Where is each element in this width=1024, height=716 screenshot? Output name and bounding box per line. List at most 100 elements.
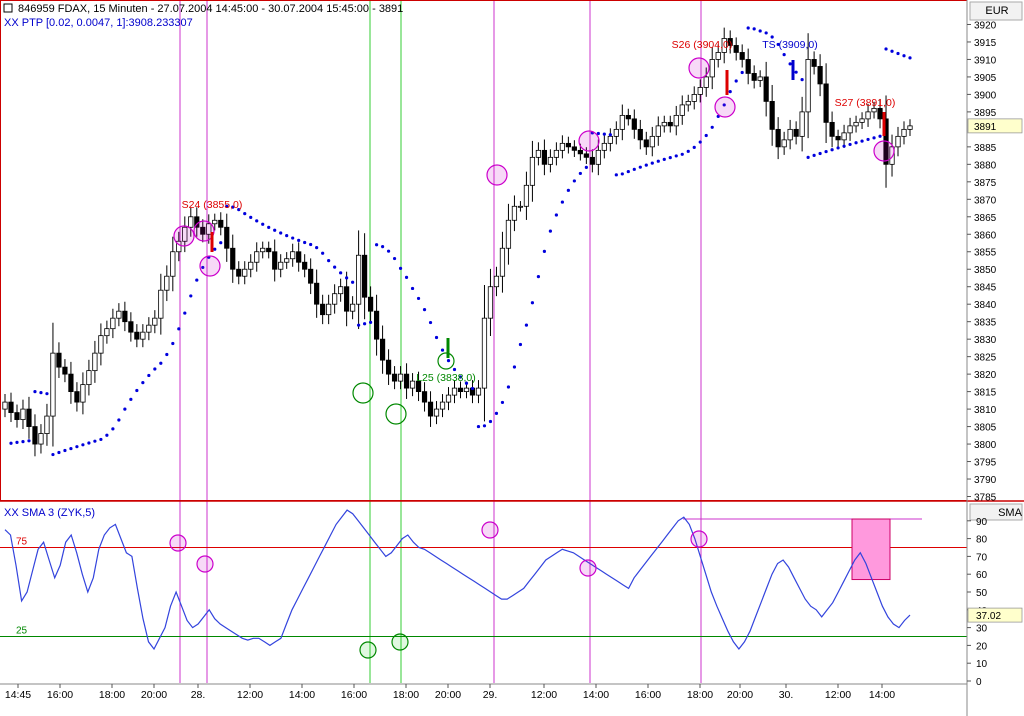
candle-body xyxy=(715,52,721,60)
sar-dot xyxy=(123,407,127,411)
time-tick-label: 12:00 xyxy=(825,689,851,701)
sar-dot xyxy=(99,437,103,442)
signal-circle xyxy=(714,96,736,118)
candle-body xyxy=(637,128,643,141)
time-tick-label: 18:00 xyxy=(687,689,713,701)
candle-body xyxy=(823,83,829,123)
chart-title-icon[interactable] xyxy=(3,3,13,13)
sar-dot xyxy=(518,342,523,347)
price-tick-label: 3855 xyxy=(974,248,997,259)
sar-dot xyxy=(704,133,708,138)
candle-body xyxy=(859,118,865,123)
candle-body xyxy=(517,205,524,208)
candle-body xyxy=(853,121,859,127)
candle-body xyxy=(116,310,122,319)
sar-dot xyxy=(21,439,25,444)
candle-body xyxy=(236,268,242,277)
candle-body xyxy=(20,408,26,420)
candle-body xyxy=(559,142,565,151)
candle-body xyxy=(619,114,625,130)
candle-body xyxy=(44,415,50,434)
sar-dot xyxy=(488,419,493,424)
signal-circle xyxy=(688,57,710,79)
sar-dot xyxy=(357,323,361,327)
sar-dot xyxy=(632,167,636,171)
sar-dot xyxy=(63,448,67,453)
sar-dot xyxy=(255,219,259,223)
candle-body xyxy=(835,135,841,141)
time-tick-label: 18:00 xyxy=(393,689,419,701)
candle-body xyxy=(397,373,404,382)
sar-dot xyxy=(566,188,570,192)
price-tick-label: 3815 xyxy=(974,388,997,399)
sar-dot xyxy=(872,136,876,140)
candle-body xyxy=(577,149,583,155)
sar-dot xyxy=(728,90,732,94)
sar-dot xyxy=(75,445,79,449)
candle-body xyxy=(481,317,488,389)
sar-dot xyxy=(620,172,624,176)
sar-dot xyxy=(345,276,349,280)
sub-indicator-label[interactable]: XX SMA 3 (ZYK,5) xyxy=(4,507,95,519)
candle-body xyxy=(218,219,224,228)
price-tick-label: 3880 xyxy=(974,160,997,171)
sar-dot xyxy=(476,424,481,429)
candle-body xyxy=(26,408,32,427)
sar-dot xyxy=(69,446,73,451)
sar-dot xyxy=(638,165,642,169)
indicator-label[interactable]: XX PTP [0.02, 0.0047, 1]:3908.233307 xyxy=(4,17,193,29)
candle-body xyxy=(607,135,613,144)
candle-body xyxy=(164,275,170,291)
candle-body xyxy=(391,373,398,382)
sar-dot xyxy=(273,228,277,232)
oscillator-circle xyxy=(359,641,377,659)
sar-dot xyxy=(117,418,121,422)
sar-dot xyxy=(668,156,672,160)
oscillator-circle xyxy=(391,633,409,651)
sar-dot xyxy=(548,229,552,233)
candle-body xyxy=(242,268,248,277)
sar-dot xyxy=(836,146,840,150)
candle-body xyxy=(356,254,362,305)
candle-body xyxy=(829,121,835,137)
price-tick-label: 3920 xyxy=(974,20,997,31)
price-tick-label: 3850 xyxy=(974,265,997,276)
sar-dot xyxy=(860,139,864,143)
candle-body xyxy=(745,59,751,74)
sar-dot xyxy=(410,286,415,291)
candle-body xyxy=(781,139,787,148)
signal-label: S26 (3904,0) xyxy=(672,39,733,51)
highlight-box xyxy=(851,518,891,581)
sar-dot xyxy=(524,323,529,327)
candle-body xyxy=(320,303,326,316)
sar-dot xyxy=(87,441,91,445)
price-tick-label: 3805 xyxy=(974,423,997,434)
sar-dot xyxy=(542,249,547,253)
chart-title: 846959 FDAX, 15 Minuten - 27.07.2004 14:… xyxy=(18,3,403,15)
candle-body xyxy=(541,149,548,165)
sar-dot xyxy=(291,236,295,240)
sar-dot xyxy=(339,271,343,275)
sar-dot xyxy=(428,320,433,325)
oscillator-circle xyxy=(196,555,214,573)
candle-body xyxy=(302,261,308,270)
candle-body xyxy=(787,128,793,141)
price-tick-label: 3895 xyxy=(974,108,997,119)
time-tick-label: 29. xyxy=(483,689,498,701)
time-tick-label: 12:00 xyxy=(531,689,557,701)
sar-dot xyxy=(380,245,385,249)
sar-dot xyxy=(422,308,427,312)
sar-dot xyxy=(578,171,582,176)
sar-dot xyxy=(896,51,900,56)
sar-dot xyxy=(662,157,666,161)
sar-dot xyxy=(147,373,151,378)
candle-body xyxy=(445,394,452,403)
sar-dot xyxy=(285,234,289,238)
candle-body xyxy=(625,114,631,120)
level-label: 75 xyxy=(16,537,28,548)
candle-body xyxy=(14,412,20,420)
sar-dot xyxy=(854,141,858,145)
candle-body xyxy=(80,384,86,403)
time-tick-label: 18:00 xyxy=(99,689,125,701)
candle-body xyxy=(457,387,464,393)
